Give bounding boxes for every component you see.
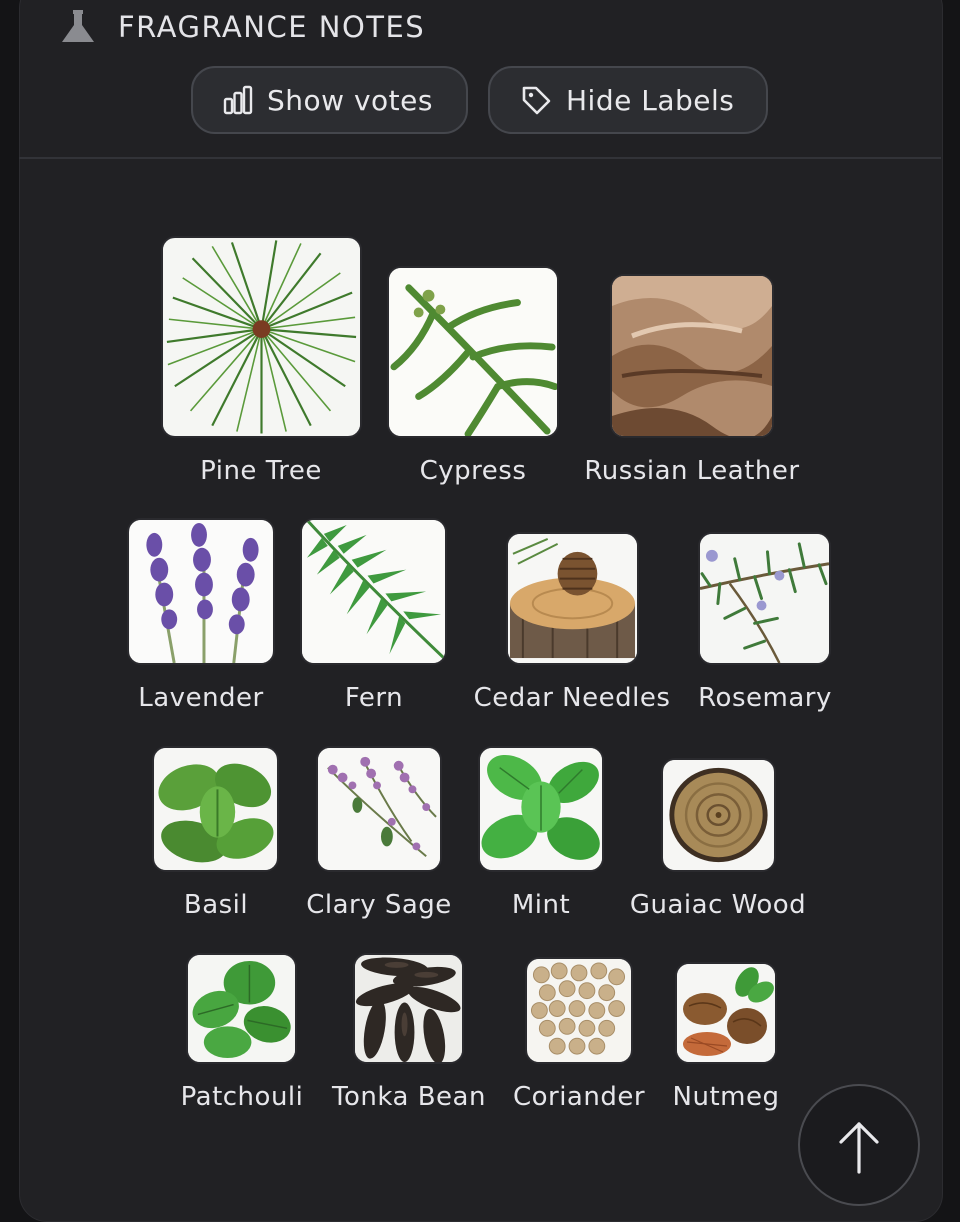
mint-image [480, 748, 602, 870]
guaiac-wood-image [663, 760, 774, 870]
note-label: Pine Tree [200, 456, 322, 486]
header-divider [19, 157, 941, 159]
coriander-image [527, 959, 631, 1062]
tag-icon [522, 86, 551, 115]
show-votes-button[interactable]: Show votes [191, 66, 468, 134]
bar-chart-icon [223, 85, 253, 115]
pine-tree-image [163, 238, 360, 436]
note-label: Mint [511, 890, 571, 920]
note-label: Lavender [138, 683, 264, 713]
flask-icon [62, 10, 94, 42]
note-label: Guaiac Wood [629, 890, 807, 920]
note-label: Patchouli [180, 1082, 304, 1112]
show-votes-label: Show votes [267, 83, 433, 117]
basil-image [154, 748, 277, 870]
hide-labels-button[interactable]: Hide Labels [488, 66, 768, 134]
note-label: Rosemary [698, 683, 832, 713]
note-label: Tonka Bean [332, 1082, 486, 1112]
clary-sage-image [318, 748, 440, 870]
russian-leather-image [612, 276, 772, 436]
note-label: Nutmeg [672, 1082, 780, 1112]
note-label: Clary Sage [306, 890, 452, 920]
tonka-bean-image [355, 955, 462, 1062]
section-title: FRAGRANCE NOTES [118, 10, 426, 44]
note-label: Cypress [419, 456, 527, 486]
scroll-to-top-button[interactable] [798, 1084, 920, 1206]
cypress-image [389, 268, 557, 436]
nutmeg-image [677, 964, 775, 1062]
hide-labels-label: Hide Labels [566, 83, 735, 117]
note-label: Cedar Needles [473, 683, 671, 713]
note-label: Basil [183, 890, 249, 920]
arrow-up-icon [839, 1122, 879, 1174]
fern-image [302, 520, 445, 663]
lavender-image [129, 520, 273, 663]
note-label: Fern [344, 683, 404, 713]
note-label: Coriander [512, 1082, 646, 1112]
patchouli-image [188, 955, 295, 1062]
rosemary-image [700, 534, 829, 663]
note-label: Russian Leather [584, 456, 800, 486]
cedar-needles-image [508, 534, 637, 663]
